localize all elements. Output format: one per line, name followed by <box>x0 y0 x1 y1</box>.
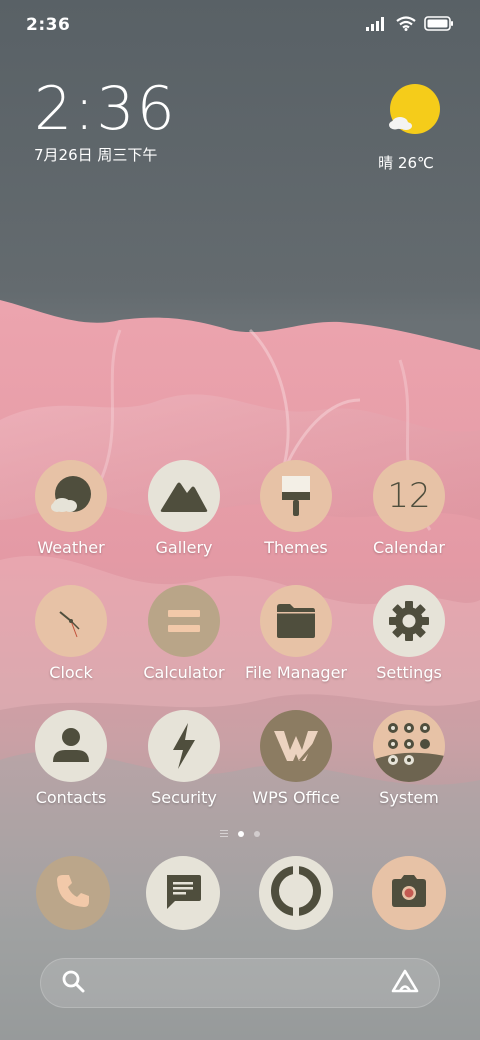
status-icons <box>366 15 454 35</box>
folder-grid-icon <box>373 710 445 782</box>
app-label: Security <box>151 788 217 807</box>
status-bar: 2:36 <box>0 0 480 50</box>
widget-date: 7月26日 周三下午 <box>34 146 158 164</box>
clock-widget[interactable]: 2:36 7月26日 周三下午 <box>34 76 177 165</box>
app-calendar[interactable]: 12 Calendar <box>353 460 465 557</box>
gear-icon <box>373 585 445 657</box>
wifi-icon <box>396 15 416 35</box>
app-clock[interactable]: Clock <box>15 585 127 682</box>
status-time: 2:36 <box>26 15 71 35</box>
message-icon <box>163 871 203 915</box>
folder-icon <box>260 585 332 657</box>
weather-icon <box>35 460 107 532</box>
app-label: File Manager <box>245 663 347 682</box>
search-icon[interactable] <box>61 969 85 997</box>
person-icon <box>35 710 107 782</box>
app-label: System <box>379 788 439 807</box>
battery-icon <box>424 15 454 35</box>
app-file-manager[interactable]: File Manager <box>240 585 352 682</box>
page-indicator-menu[interactable] <box>220 830 228 837</box>
page-indicator[interactable] <box>0 830 480 837</box>
dock-browser[interactable] <box>259 856 333 930</box>
calendar-day: 12 <box>387 476 431 516</box>
app-label: Themes <box>264 538 328 557</box>
lightning-icon <box>148 710 220 782</box>
weather-text: 晴 26℃ <box>378 154 434 172</box>
phone-icon <box>54 872 92 914</box>
search-bar[interactable] <box>40 958 440 1008</box>
page-dot-2[interactable] <box>254 830 260 837</box>
app-weather[interactable]: Weather <box>15 460 127 557</box>
browser-icon <box>270 865 322 921</box>
wps-icon <box>260 710 332 782</box>
app-contacts[interactable]: Contacts <box>15 710 127 807</box>
app-settings[interactable]: Settings <box>353 585 465 682</box>
app-gallery[interactable]: Gallery <box>128 460 240 557</box>
app-label: WPS Office <box>252 788 340 807</box>
app-label: Contacts <box>35 788 107 807</box>
app-security[interactable]: Security <box>128 710 240 807</box>
equals-icon <box>148 585 220 657</box>
signal-icon <box>366 16 388 35</box>
calendar-icon: 12 <box>373 460 445 532</box>
paintbrush-icon <box>260 460 332 532</box>
dock-camera[interactable] <box>372 856 446 930</box>
weather-widget[interactable]: 晴 26℃ <box>378 84 444 173</box>
app-label: Clock <box>49 663 93 682</box>
assistant-icon[interactable] <box>391 969 419 997</box>
widget-time: 2:36 <box>34 74 177 144</box>
camera-icon <box>389 873 429 913</box>
app-calculator[interactable]: Calculator <box>128 585 240 682</box>
app-label: Gallery <box>155 538 213 557</box>
page-dot-1[interactable] <box>238 830 244 837</box>
mountain-icon <box>148 460 220 532</box>
app-system[interactable]: System <box>353 710 465 807</box>
sun-cloud-icon <box>384 84 444 140</box>
app-label: Calculator <box>143 663 225 682</box>
app-label: Weather <box>37 538 105 557</box>
dock-phone[interactable] <box>36 856 110 930</box>
clock-icon <box>35 585 107 657</box>
app-themes[interactable]: Themes <box>240 460 352 557</box>
app-wps-office[interactable]: WPS Office <box>240 710 352 807</box>
dock-messages[interactable] <box>146 856 220 930</box>
app-label: Calendar <box>373 538 445 557</box>
app-label: Settings <box>376 663 442 682</box>
